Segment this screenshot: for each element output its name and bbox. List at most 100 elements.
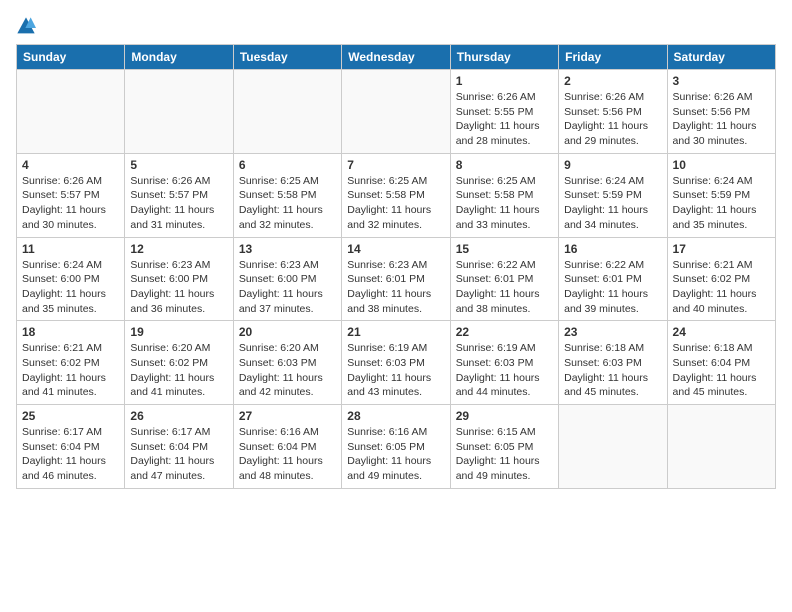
- day-info: Sunrise: 6:17 AM Sunset: 6:04 PM Dayligh…: [22, 425, 119, 484]
- day-info: Sunrise: 6:20 AM Sunset: 6:03 PM Dayligh…: [239, 341, 336, 400]
- day-info: Sunrise: 6:15 AM Sunset: 6:05 PM Dayligh…: [456, 425, 553, 484]
- day-number: 22: [456, 325, 553, 339]
- calendar-cell: 13 Sunrise: 6:23 AM Sunset: 6:00 PM Dayli…: [233, 237, 341, 321]
- day-number: 3: [673, 74, 770, 88]
- day-number: 7: [347, 158, 444, 172]
- calendar-week-row: 1 Sunrise: 6:26 AM Sunset: 5:55 PM Daylig…: [17, 70, 776, 154]
- calendar-header-row: SundayMondayTuesdayWednesdayThursdayFrid…: [17, 45, 776, 70]
- calendar-header-thursday: Thursday: [450, 45, 558, 70]
- calendar-cell: 24 Sunrise: 6:18 AM Sunset: 6:04 PM Dayli…: [667, 321, 775, 405]
- day-info: Sunrise: 6:26 AM Sunset: 5:57 PM Dayligh…: [22, 174, 119, 233]
- calendar-cell: [233, 70, 341, 154]
- day-number: 11: [22, 242, 119, 256]
- calendar-cell: [342, 70, 450, 154]
- logo-icon: [16, 16, 36, 36]
- calendar-week-row: 18Sunrise: 6:21 AM Sunset: 6:02 PM Dayli…: [17, 321, 776, 405]
- calendar-cell: [559, 405, 667, 489]
- calendar-header-sunday: Sunday: [17, 45, 125, 70]
- day-info: Sunrise: 6:19 AM Sunset: 6:03 PM Dayligh…: [456, 341, 553, 400]
- calendar-header-monday: Monday: [125, 45, 233, 70]
- day-number: 8: [456, 158, 553, 172]
- day-info: Sunrise: 6:16 AM Sunset: 6:05 PM Dayligh…: [347, 425, 444, 484]
- day-number: 25: [22, 409, 119, 423]
- calendar-cell: 15 Sunrise: 6:22 AM Sunset: 6:01 PM Dayli…: [450, 237, 558, 321]
- calendar-week-row: 11 Sunrise: 6:24 AM Sunset: 6:00 PM Dayli…: [17, 237, 776, 321]
- day-number: 21: [347, 325, 444, 339]
- day-info: Sunrise: 6:25 AM Sunset: 5:58 PM Dayligh…: [456, 174, 553, 233]
- calendar-cell: 11 Sunrise: 6:24 AM Sunset: 6:00 PM Dayli…: [17, 237, 125, 321]
- day-number: 20: [239, 325, 336, 339]
- calendar-cell: 14 Sunrise: 6:23 AM Sunset: 6:01 PM Dayli…: [342, 237, 450, 321]
- calendar-cell: 19 Sunrise: 6:20 AM Sunset: 6:02 PM Dayli…: [125, 321, 233, 405]
- day-info: Sunrise: 6:21 AM Sunset: 6:02 PM Dayligh…: [673, 258, 770, 317]
- day-number: 19: [130, 325, 227, 339]
- day-number: 16: [564, 242, 661, 256]
- day-info: Sunrise: 6:19 AM Sunset: 6:03 PM Dayligh…: [347, 341, 444, 400]
- calendar-cell: 16 Sunrise: 6:22 AM Sunset: 6:01 PM Dayli…: [559, 237, 667, 321]
- calendar-cell: 9 Sunrise: 6:24 AM Sunset: 5:59 PM Daylig…: [559, 153, 667, 237]
- day-info: Sunrise: 6:26 AM Sunset: 5:55 PM Dayligh…: [456, 90, 553, 149]
- day-number: 15: [456, 242, 553, 256]
- day-info: Sunrise: 6:26 AM Sunset: 5:57 PM Dayligh…: [130, 174, 227, 233]
- page-header: [16, 16, 776, 36]
- day-number: 23: [564, 325, 661, 339]
- day-number: 26: [130, 409, 227, 423]
- day-number: 10: [673, 158, 770, 172]
- day-number: 6: [239, 158, 336, 172]
- calendar-cell: 21 Sunrise: 6:19 AM Sunset: 6:03 PM Dayli…: [342, 321, 450, 405]
- calendar-cell: 28 Sunrise: 6:16 AM Sunset: 6:05 PM Dayli…: [342, 405, 450, 489]
- day-number: 24: [673, 325, 770, 339]
- calendar-week-row: 4Sunrise: 6:26 AM Sunset: 5:57 PM Daylig…: [17, 153, 776, 237]
- calendar-cell: 8 Sunrise: 6:25 AM Sunset: 5:58 PM Daylig…: [450, 153, 558, 237]
- day-info: Sunrise: 6:23 AM Sunset: 6:00 PM Dayligh…: [239, 258, 336, 317]
- calendar-cell: 3Sunrise: 6:26 AM Sunset: 5:56 PM Daylig…: [667, 70, 775, 154]
- calendar-header-saturday: Saturday: [667, 45, 775, 70]
- day-info: Sunrise: 6:24 AM Sunset: 6:00 PM Dayligh…: [22, 258, 119, 317]
- day-info: Sunrise: 6:25 AM Sunset: 5:58 PM Dayligh…: [347, 174, 444, 233]
- day-number: 27: [239, 409, 336, 423]
- calendar-header-wednesday: Wednesday: [342, 45, 450, 70]
- day-number: 2: [564, 74, 661, 88]
- calendar-cell: 10 Sunrise: 6:24 AM Sunset: 5:59 PM Dayli…: [667, 153, 775, 237]
- day-number: 14: [347, 242, 444, 256]
- day-info: Sunrise: 6:24 AM Sunset: 5:59 PM Dayligh…: [673, 174, 770, 233]
- day-info: Sunrise: 6:24 AM Sunset: 5:59 PM Dayligh…: [564, 174, 661, 233]
- calendar-cell: 27 Sunrise: 6:16 AM Sunset: 6:04 PM Dayli…: [233, 405, 341, 489]
- day-info: Sunrise: 6:23 AM Sunset: 6:01 PM Dayligh…: [347, 258, 444, 317]
- day-info: Sunrise: 6:23 AM Sunset: 6:00 PM Dayligh…: [130, 258, 227, 317]
- calendar-cell: 2 Sunrise: 6:26 AM Sunset: 5:56 PM Daylig…: [559, 70, 667, 154]
- calendar-cell: 29Sunrise: 6:15 AM Sunset: 6:05 PM Dayli…: [450, 405, 558, 489]
- calendar-header-friday: Friday: [559, 45, 667, 70]
- day-number: 9: [564, 158, 661, 172]
- calendar-header-tuesday: Tuesday: [233, 45, 341, 70]
- day-info: Sunrise: 6:22 AM Sunset: 6:01 PM Dayligh…: [456, 258, 553, 317]
- day-number: 13: [239, 242, 336, 256]
- day-number: 17: [673, 242, 770, 256]
- day-info: Sunrise: 6:26 AM Sunset: 5:56 PM Dayligh…: [564, 90, 661, 149]
- day-number: 5: [130, 158, 227, 172]
- calendar-cell: 1 Sunrise: 6:26 AM Sunset: 5:55 PM Daylig…: [450, 70, 558, 154]
- calendar-cell: 12Sunrise: 6:23 AM Sunset: 6:00 PM Dayli…: [125, 237, 233, 321]
- calendar-cell: 4Sunrise: 6:26 AM Sunset: 5:57 PM Daylig…: [17, 153, 125, 237]
- calendar-cell: 6 Sunrise: 6:25 AM Sunset: 5:58 PM Daylig…: [233, 153, 341, 237]
- day-info: Sunrise: 6:18 AM Sunset: 6:03 PM Dayligh…: [564, 341, 661, 400]
- calendar-cell: 17 Sunrise: 6:21 AM Sunset: 6:02 PM Dayli…: [667, 237, 775, 321]
- day-info: Sunrise: 6:25 AM Sunset: 5:58 PM Dayligh…: [239, 174, 336, 233]
- logo: [16, 16, 40, 36]
- calendar-cell: 5 Sunrise: 6:26 AM Sunset: 5:57 PM Daylig…: [125, 153, 233, 237]
- day-number: 28: [347, 409, 444, 423]
- calendar-cell: 7 Sunrise: 6:25 AM Sunset: 5:58 PM Daylig…: [342, 153, 450, 237]
- day-info: Sunrise: 6:22 AM Sunset: 6:01 PM Dayligh…: [564, 258, 661, 317]
- day-number: 18: [22, 325, 119, 339]
- day-number: 1: [456, 74, 553, 88]
- calendar-cell: 20 Sunrise: 6:20 AM Sunset: 6:03 PM Dayli…: [233, 321, 341, 405]
- calendar-week-row: 25 Sunrise: 6:17 AM Sunset: 6:04 PM Dayli…: [17, 405, 776, 489]
- calendar-cell: 22 Sunrise: 6:19 AM Sunset: 6:03 PM Dayli…: [450, 321, 558, 405]
- day-info: Sunrise: 6:18 AM Sunset: 6:04 PM Dayligh…: [673, 341, 770, 400]
- calendar-table: SundayMondayTuesdayWednesdayThursdayFrid…: [16, 44, 776, 489]
- day-info: Sunrise: 6:17 AM Sunset: 6:04 PM Dayligh…: [130, 425, 227, 484]
- day-info: Sunrise: 6:16 AM Sunset: 6:04 PM Dayligh…: [239, 425, 336, 484]
- calendar-cell: [667, 405, 775, 489]
- calendar-cell: 26 Sunrise: 6:17 AM Sunset: 6:04 PM Dayli…: [125, 405, 233, 489]
- day-info: Sunrise: 6:20 AM Sunset: 6:02 PM Dayligh…: [130, 341, 227, 400]
